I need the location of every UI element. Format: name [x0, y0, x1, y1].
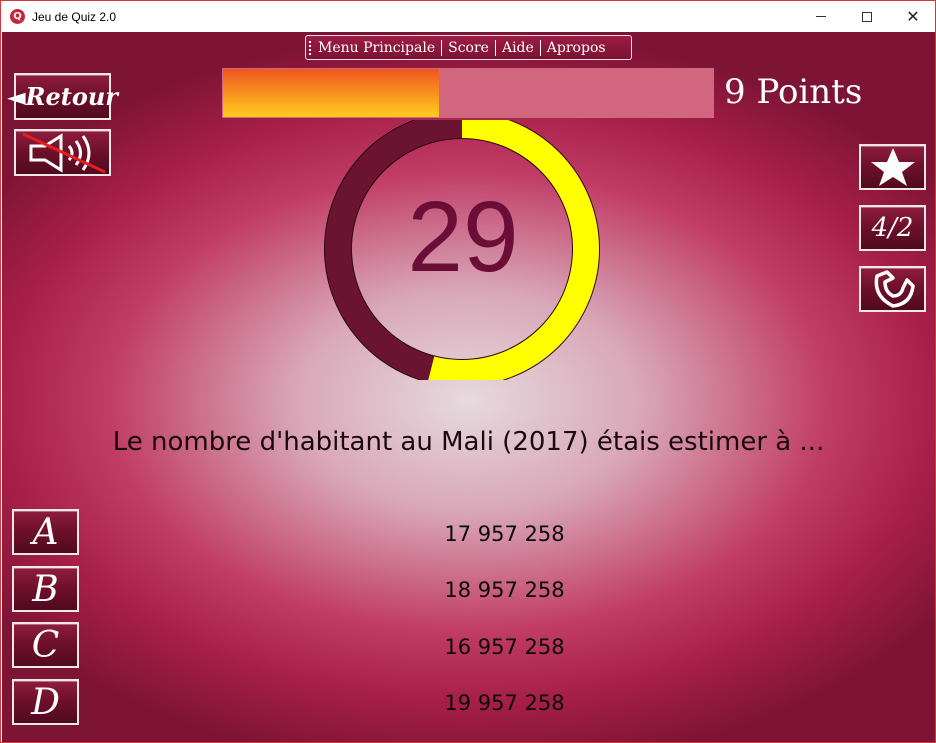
answer-b-text[interactable]: 18 957 258	[302, 578, 707, 602]
menu-bar: Menu Principale Score Aide Apropos	[305, 35, 632, 60]
maximize-icon	[862, 11, 872, 22]
answer-b-button[interactable]: B	[12, 566, 79, 612]
speaker-muted-icon	[21, 132, 106, 173]
points-label: 9 Points	[724, 72, 863, 112]
close-icon: ✕	[906, 6, 920, 26]
menu-item-about[interactable]: Apropos	[543, 40, 610, 56]
app-window: Q Jeu de Quiz 2.0 ✕ Menu Principale Scor…	[0, 0, 936, 743]
app-logo-icon: Q	[10, 9, 25, 24]
star-lifeline-button[interactable]	[859, 144, 926, 190]
title-bar[interactable]: Q Jeu de Quiz 2.0 ✕	[1, 1, 935, 32]
menu-item-main[interactable]: Menu Principale	[314, 40, 439, 56]
question-text: Le nombre d'habitant au Mali (2017) étai…	[112, 427, 825, 457]
fifty-fifty-button[interactable]: 4/2	[859, 205, 926, 251]
answer-a-button[interactable]: A	[12, 509, 79, 555]
close-button[interactable]: ✕	[890, 1, 936, 32]
phone-handset-icon	[874, 270, 915, 308]
minimize-button[interactable]	[798, 1, 844, 32]
answer-c-text[interactable]: 16 957 258	[302, 635, 707, 659]
menu-divider	[494, 39, 496, 56]
answer-d-button[interactable]: D	[12, 679, 79, 725]
answer-a-text[interactable]: 17 957 258	[302, 522, 707, 546]
back-button[interactable]: ◄Retour	[7, 73, 118, 120]
sound-toggle-button[interactable]	[14, 129, 111, 176]
maximize-button[interactable]	[844, 1, 890, 32]
menu-item-help[interactable]: Aide	[498, 40, 538, 56]
phone-lifeline-button[interactable]	[859, 266, 926, 312]
score-progress-fill	[223, 69, 439, 117]
score-progress-bar	[222, 68, 714, 118]
answer-d-text[interactable]: 19 957 258	[302, 691, 707, 715]
menu-item-score[interactable]: Score	[444, 40, 493, 56]
menu-divider	[539, 39, 541, 56]
answer-c-button[interactable]: C	[12, 622, 79, 668]
window-title: Jeu de Quiz 2.0	[32, 10, 117, 24]
countdown-seconds: 29	[407, 181, 519, 293]
menu-divider	[441, 39, 443, 56]
minimize-icon	[816, 16, 826, 17]
menu-grip-icon[interactable]	[309, 41, 311, 55]
star-icon	[870, 148, 915, 186]
game-area: Menu Principale Score Aide Apropos ◄Reto…	[2, 32, 935, 742]
